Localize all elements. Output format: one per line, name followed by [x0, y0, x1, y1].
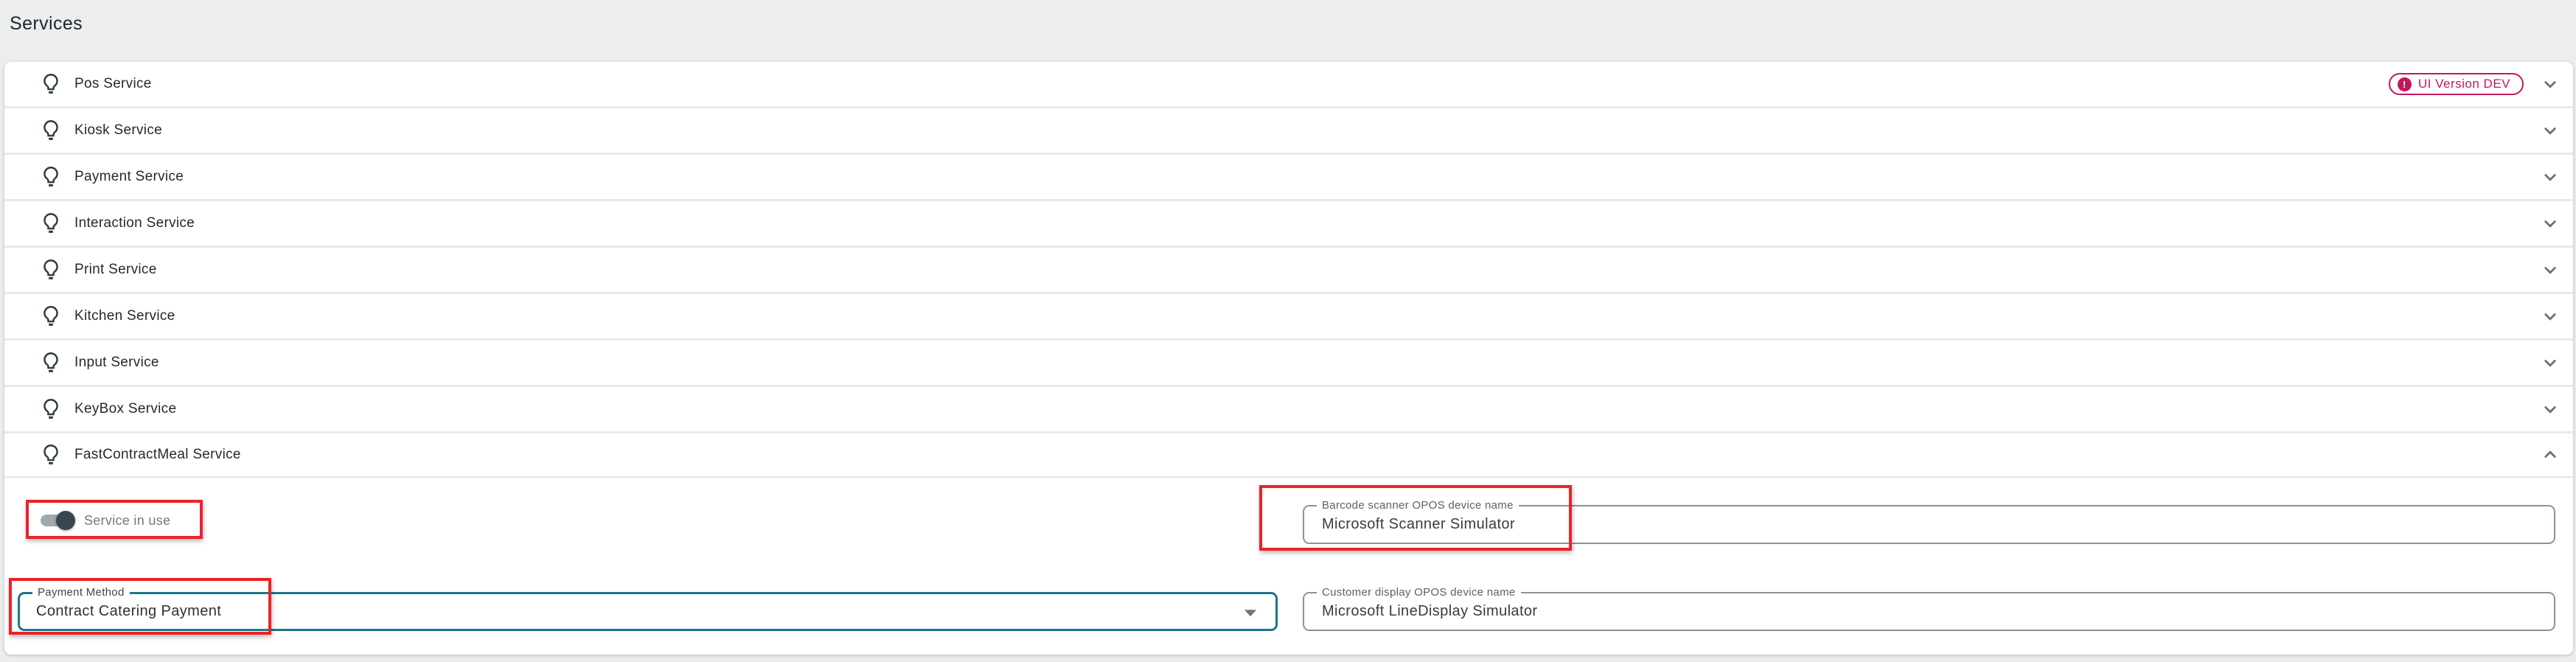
fastcontractmeal-settings-form: Service in use Barcode scanner OPOS devi…	[4, 478, 2573, 655]
lightbulb-icon	[38, 442, 63, 467]
toggle-track	[41, 515, 73, 526]
accordion-row-kitchen-service[interactable]: Kitchen Service	[4, 294, 2573, 338]
lightbulb-icon	[38, 350, 63, 375]
barcode-scanner-field-label: Barcode scanner OPOS device name	[1317, 499, 1519, 512]
accordion-row-input-service[interactable]: Input Service	[4, 341, 2573, 385]
payment-method-select-label: Payment Method	[32, 586, 130, 599]
accordion-row-kiosk-service[interactable]: Kiosk Service	[4, 108, 2573, 153]
barcode-scanner-field: Barcode scanner OPOS device name	[1303, 505, 2555, 544]
service-row-label: Kitchen Service	[74, 308, 175, 324]
lightbulb-icon	[38, 304, 63, 329]
status-badge-label: UI Version DEV	[2418, 77, 2510, 91]
status-badge: UI Version DEV	[2389, 73, 2524, 95]
service-row-label: FastContractMeal Service	[74, 447, 241, 463]
chevron-down-icon	[2539, 305, 2561, 327]
exclamation-icon	[2398, 77, 2412, 91]
service-in-use-label: Service in use	[84, 513, 170, 529]
accordion-row-print-service[interactable]: Print Service	[4, 248, 2573, 292]
chevron-down-icon	[2539, 398, 2561, 420]
accordion-row-payment-service[interactable]: Payment Service	[4, 155, 2573, 199]
chevron-down-icon	[2539, 73, 2561, 95]
service-row-label: Payment Service	[74, 169, 184, 185]
chevron-down-icon	[2539, 259, 2561, 281]
lightbulb-icon	[38, 257, 63, 282]
chevron-down-icon	[2539, 212, 2561, 234]
page-title: Services	[10, 13, 83, 35]
services-accordion: Pos Service UI Version DEV Kiosk Service…	[4, 62, 2573, 655]
payment-method-selected-value: Contract Catering Payment	[20, 603, 221, 620]
accordion-panel-fastcontractmeal: FastContractMeal Service Service in use …	[4, 433, 2573, 655]
service-row-label: Input Service	[74, 355, 159, 371]
customer-display-input[interactable]	[1304, 593, 2554, 630]
toggle-thumb	[56, 511, 75, 530]
dropdown-arrow-icon	[1245, 610, 1256, 616]
service-row-label: Pos Service	[74, 76, 152, 92]
lightbulb-icon	[38, 72, 63, 97]
service-row-label: Kiosk Service	[74, 122, 162, 139]
accordion-row-keybox-service[interactable]: KeyBox Service	[4, 387, 2573, 431]
customer-display-field: Customer display OPOS device name	[1303, 592, 2555, 631]
lightbulb-icon	[38, 211, 63, 236]
payment-method-select[interactable]: Payment Method Contract Catering Payment	[18, 592, 1278, 631]
chevron-down-icon	[2539, 166, 2561, 188]
accordion-row-pos-service[interactable]: Pos Service UI Version DEV	[4, 62, 2573, 106]
accordion-row-fastcontractmeal-service[interactable]: FastContractMeal Service	[4, 433, 2573, 478]
lightbulb-icon	[38, 397, 63, 422]
service-row-label: Interaction Service	[74, 215, 195, 231]
chevron-down-icon	[2539, 352, 2561, 374]
chevron-up-icon	[2539, 444, 2561, 466]
customer-display-field-label: Customer display OPOS device name	[1317, 586, 1521, 599]
lightbulb-icon	[38, 164, 63, 189]
barcode-scanner-input[interactable]	[1304, 506, 2554, 543]
service-row-label: KeyBox Service	[74, 401, 176, 417]
lightbulb-icon	[38, 118, 63, 143]
service-in-use-toggle[interactable]: Service in use	[41, 506, 170, 535]
chevron-down-icon	[2539, 119, 2561, 142]
service-row-label: Print Service	[74, 262, 157, 278]
accordion-row-interaction-service[interactable]: Interaction Service	[4, 201, 2573, 245]
